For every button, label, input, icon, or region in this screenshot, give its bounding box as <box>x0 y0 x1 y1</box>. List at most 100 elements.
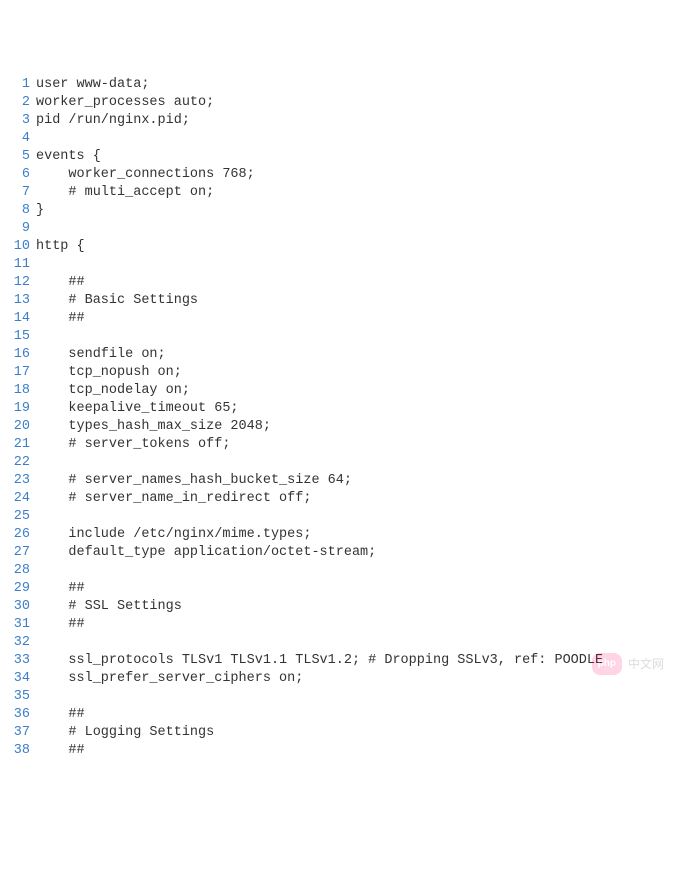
code-line: 15 <box>0 328 674 346</box>
line-number: 22 <box>0 454 36 472</box>
code-line: 1user www-data; <box>0 76 674 94</box>
code-line: 33 ssl_protocols TLSv1 TLSv1.1 TLSv1.2; … <box>0 652 674 670</box>
line-content: } <box>36 202 674 220</box>
code-line: 24 # server_name_in_redirect off; <box>0 490 674 508</box>
line-number: 12 <box>0 274 36 292</box>
line-number: 35 <box>0 688 36 706</box>
code-line: 34 ssl_prefer_server_ciphers on; <box>0 670 674 688</box>
code-line: 8} <box>0 202 674 220</box>
line-number: 4 <box>0 130 36 148</box>
code-line: 38 ## <box>0 742 674 760</box>
line-content <box>36 688 674 706</box>
line-number: 11 <box>0 256 36 274</box>
line-content: ## <box>36 742 674 760</box>
line-number: 38 <box>0 742 36 760</box>
line-content: default_type application/octet-stream; <box>36 544 674 562</box>
line-number: 10 <box>0 238 36 256</box>
line-number: 18 <box>0 382 36 400</box>
line-content: ## <box>36 274 674 292</box>
line-content <box>36 634 674 652</box>
line-number: 24 <box>0 490 36 508</box>
line-content: ## <box>36 310 674 328</box>
watermark-text: 中文网 <box>628 655 664 673</box>
line-number: 17 <box>0 364 36 382</box>
code-line: 29 ## <box>0 580 674 598</box>
line-number: 34 <box>0 670 36 688</box>
code-line: 20 types_hash_max_size 2048; <box>0 418 674 436</box>
line-number: 27 <box>0 544 36 562</box>
code-line: 18 tcp_nodelay on; <box>0 382 674 400</box>
line-content: sendfile on; <box>36 346 674 364</box>
line-number: 26 <box>0 526 36 544</box>
line-number: 29 <box>0 580 36 598</box>
code-line: 28 <box>0 562 674 580</box>
line-content: ## <box>36 706 674 724</box>
line-number: 6 <box>0 166 36 184</box>
code-line: 17 tcp_nopush on; <box>0 364 674 382</box>
line-number: 23 <box>0 472 36 490</box>
line-content: tcp_nopush on; <box>36 364 674 382</box>
code-line: 27 default_type application/octet-stream… <box>0 544 674 562</box>
code-line: 5events { <box>0 148 674 166</box>
line-content <box>36 256 674 274</box>
code-line: 11 <box>0 256 674 274</box>
line-content: # SSL Settings <box>36 598 674 616</box>
line-content: keepalive_timeout 65; <box>36 400 674 418</box>
code-line: 32 <box>0 634 674 652</box>
line-content: # Basic Settings <box>36 292 674 310</box>
code-line: 37 # Logging Settings <box>0 724 674 742</box>
code-line: 6 worker_connections 768; <box>0 166 674 184</box>
line-number: 33 <box>0 652 36 670</box>
line-number: 9 <box>0 220 36 238</box>
code-line: 26 include /etc/nginx/mime.types; <box>0 526 674 544</box>
code-line: 14 ## <box>0 310 674 328</box>
line-number: 21 <box>0 436 36 454</box>
line-content <box>36 454 674 472</box>
line-content: pid /run/nginx.pid; <box>36 112 674 130</box>
line-number: 2 <box>0 94 36 112</box>
line-number: 25 <box>0 508 36 526</box>
line-content: events { <box>36 148 674 166</box>
code-line: 4 <box>0 130 674 148</box>
line-content: user www-data; <box>36 76 674 94</box>
line-number: 1 <box>0 76 36 94</box>
line-content: tcp_nodelay on; <box>36 382 674 400</box>
line-content: ## <box>36 616 674 634</box>
line-number: 19 <box>0 400 36 418</box>
code-line: 19 keepalive_timeout 65; <box>0 400 674 418</box>
code-line: 22 <box>0 454 674 472</box>
line-content <box>36 508 674 526</box>
line-content: # multi_accept on; <box>36 184 674 202</box>
code-line: 30 # SSL Settings <box>0 598 674 616</box>
line-number: 3 <box>0 112 36 130</box>
line-content: # server_names_hash_bucket_size 64; <box>36 472 674 490</box>
code-line: 2worker_processes auto; <box>0 94 674 112</box>
line-number: 31 <box>0 616 36 634</box>
line-number: 28 <box>0 562 36 580</box>
line-number: 5 <box>0 148 36 166</box>
code-line: 16 sendfile on; <box>0 346 674 364</box>
line-content <box>36 130 674 148</box>
line-content: ssl_prefer_server_ciphers on; <box>36 670 674 688</box>
line-content: worker_connections 768; <box>36 166 674 184</box>
code-line: 13 # Basic Settings <box>0 292 674 310</box>
line-content: ## <box>36 580 674 598</box>
line-content: worker_processes auto; <box>36 94 674 112</box>
line-content: ssl_protocols TLSv1 TLSv1.1 TLSv1.2; # D… <box>36 652 674 670</box>
line-content <box>36 562 674 580</box>
code-line: 21 # server_tokens off; <box>0 436 674 454</box>
line-content: http { <box>36 238 674 256</box>
line-content: # server_name_in_redirect off; <box>36 490 674 508</box>
line-number: 20 <box>0 418 36 436</box>
code-editor: 1user www-data;2worker_processes auto;3p… <box>0 76 674 760</box>
code-line: 23 # server_names_hash_bucket_size 64; <box>0 472 674 490</box>
line-content: types_hash_max_size 2048; <box>36 418 674 436</box>
line-number: 7 <box>0 184 36 202</box>
watermark: php 中文网 <box>592 653 664 675</box>
watermark-badge: php <box>592 653 622 675</box>
line-number: 8 <box>0 202 36 220</box>
code-line: 3pid /run/nginx.pid; <box>0 112 674 130</box>
line-content: # Logging Settings <box>36 724 674 742</box>
code-line: 7 # multi_accept on; <box>0 184 674 202</box>
code-line: 9 <box>0 220 674 238</box>
